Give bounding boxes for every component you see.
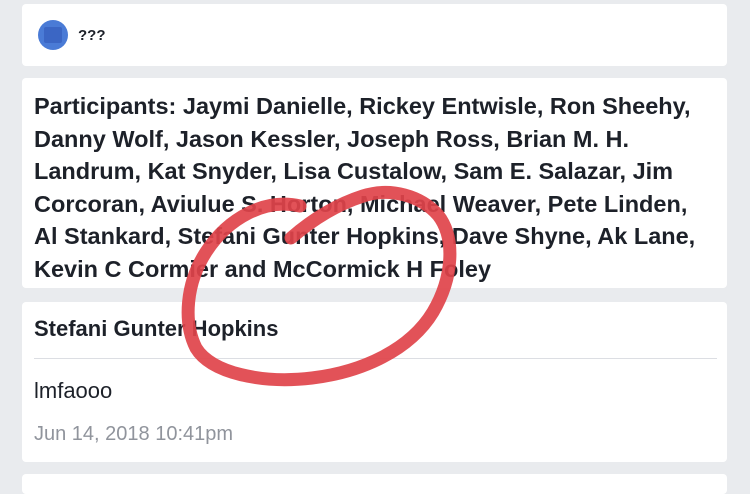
participants-card: Participants: Jaymi Danielle, Rickey Ent…: [22, 78, 727, 288]
group-avatar-icon[interactable]: [38, 20, 68, 50]
thread-header-card: ???: [22, 4, 727, 66]
message-card: Stefani Gunter Hopkins lmfaooo Jun 14, 2…: [22, 302, 727, 462]
message-body: lmfaooo: [34, 378, 113, 403]
participants-list: Participants: Jaymi Danielle, Rickey Ent…: [34, 93, 696, 282]
thread-name[interactable]: ???: [78, 27, 106, 44]
message-timestamp: Jun 14, 2018 10:41pm: [34, 423, 234, 445]
next-message-card: [22, 474, 727, 494]
divider: [34, 358, 717, 359]
message-sender[interactable]: Stefani Gunter Hopkins: [34, 316, 278, 342]
